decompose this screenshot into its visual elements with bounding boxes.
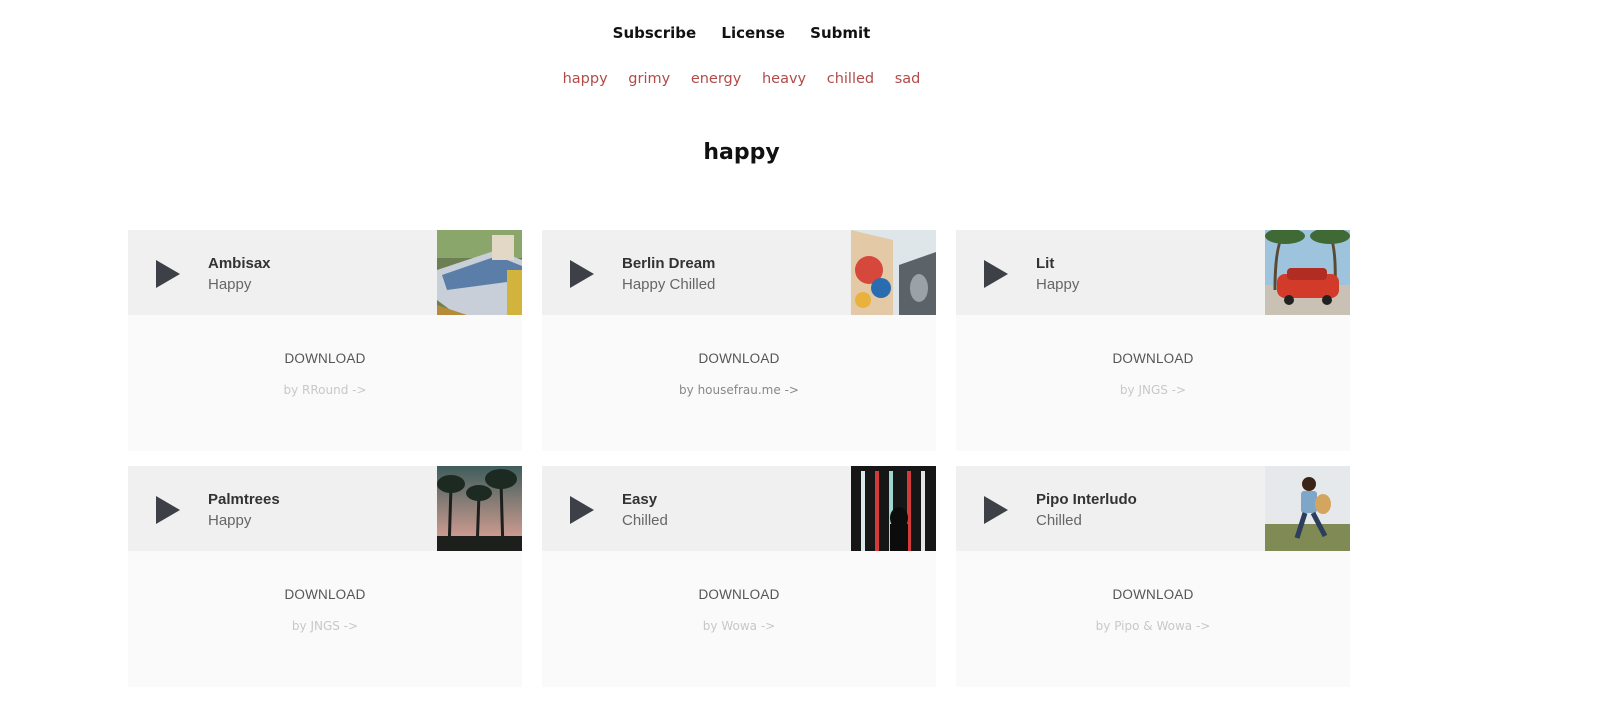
track-tags: Happy Chilled <box>622 276 716 293</box>
track-thumbnail[interactable] <box>1265 230 1350 315</box>
download-link[interactable]: DOWNLOAD <box>542 587 936 602</box>
track-header: Ambisax Happy <box>128 230 522 315</box>
track-tags: Happy <box>208 276 252 293</box>
download-link[interactable]: DOWNLOAD <box>956 587 1350 602</box>
download-link[interactable]: DOWNLOAD <box>128 587 522 602</box>
track-header: Berlin Dream Happy Chilled <box>542 230 936 315</box>
track-title: Palmtrees <box>208 491 280 508</box>
artist-link[interactable]: by Pipo & Wowa -> <box>956 619 1350 633</box>
track-thumbnail[interactable] <box>851 230 936 315</box>
track-card: Pipo Interludo Chilled DOWNLOAD by Pipo … <box>956 466 1350 687</box>
top-nav: Subscribe License Submit <box>0 24 1483 42</box>
track-title: Ambisax <box>208 255 271 272</box>
play-icon[interactable] <box>156 260 180 288</box>
download-link[interactable]: DOWNLOAD <box>956 351 1350 366</box>
track-header: Pipo Interludo Chilled <box>956 466 1350 551</box>
nav-submit[interactable]: Submit <box>810 24 870 42</box>
mood-happy[interactable]: happy <box>563 71 608 87</box>
download-link[interactable]: DOWNLOAD <box>128 351 522 366</box>
mood-sad[interactable]: sad <box>895 71 921 87</box>
track-title: Easy <box>622 491 658 508</box>
track-title: Lit <box>1036 255 1055 272</box>
play-icon[interactable] <box>984 496 1008 524</box>
play-icon[interactable] <box>570 496 594 524</box>
artist-link[interactable]: by JNGS -> <box>128 619 522 633</box>
track-tags: Chilled <box>622 512 668 529</box>
track-header: Palmtrees Happy <box>128 466 522 551</box>
track-card: Berlin Dream Happy Chilled DOWNLOAD by h… <box>542 230 936 451</box>
track-card: Ambisax Happy DOWNLOAD by RRound -> <box>128 230 522 451</box>
mood-chilled[interactable]: chilled <box>827 71 874 87</box>
track-title: Pipo Interludo <box>1036 491 1137 508</box>
download-link[interactable]: DOWNLOAD <box>542 351 936 366</box>
track-thumbnail[interactable] <box>437 230 522 315</box>
nav-license[interactable]: License <box>721 24 785 42</box>
artist-link[interactable]: by housefrau.me -> <box>542 383 936 397</box>
mood-energy[interactable]: energy <box>691 71 742 87</box>
track-thumbnail[interactable] <box>1265 466 1350 551</box>
track-thumbnail[interactable] <box>851 466 936 551</box>
mood-grimy[interactable]: grimy <box>628 71 670 87</box>
track-tags: Chilled <box>1036 512 1082 529</box>
mood-heavy[interactable]: heavy <box>762 71 806 87</box>
track-title: Berlin Dream <box>622 255 716 272</box>
artist-link[interactable]: by Wowa -> <box>542 619 936 633</box>
play-icon[interactable] <box>984 260 1008 288</box>
artist-link[interactable]: by JNGS -> <box>956 383 1350 397</box>
track-tags: Happy <box>208 512 252 529</box>
track-card: Lit Happy DOWNLOAD by JNGS -> <box>956 230 1350 451</box>
track-card: Palmtrees Happy DOWNLOAD by JNGS -> <box>128 466 522 687</box>
nav-subscribe[interactable]: Subscribe <box>613 24 697 42</box>
track-tags: Happy <box>1036 276 1080 293</box>
play-icon[interactable] <box>570 260 594 288</box>
track-thumbnail[interactable] <box>437 466 522 551</box>
track-header: Lit Happy <box>956 230 1350 315</box>
play-icon[interactable] <box>156 496 180 524</box>
track-header: Easy Chilled <box>542 466 936 551</box>
artist-link[interactable]: by RRound -> <box>128 383 522 397</box>
track-card: Easy Chilled DOWNLOAD by Wowa -> <box>542 466 936 687</box>
page-title: happy <box>703 140 780 165</box>
mood-filter: happy grimy energy heavy chilled sad <box>0 71 1483 87</box>
